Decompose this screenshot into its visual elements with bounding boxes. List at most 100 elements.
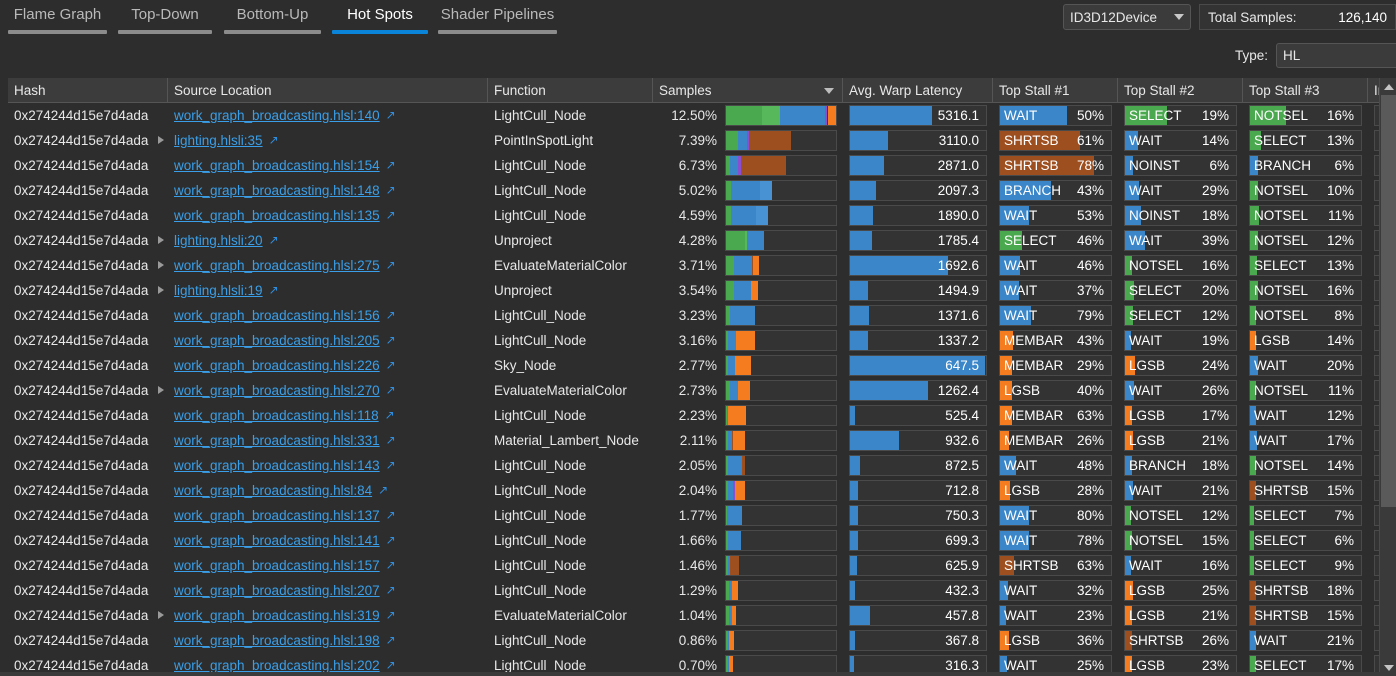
external-link-icon[interactable]: ↗: [386, 633, 396, 647]
source-location-link[interactable]: work_graph_broadcasting.hlsl:148: [174, 183, 380, 198]
latency-bar: [850, 281, 868, 300]
source-location-link[interactable]: work_graph_broadcasting.hlsl:226: [174, 358, 380, 373]
table-row[interactable]: 0x274244d15e7d4adawork_graph_broadcastin…: [8, 153, 1396, 178]
column-header-stall3[interactable]: Top Stall #3: [1243, 78, 1368, 103]
source-location-link[interactable]: work_graph_broadcasting.hlsl:270: [174, 383, 380, 398]
external-link-icon[interactable]: ↗: [386, 383, 396, 397]
column-header-stall2[interactable]: Top Stall #2: [1118, 78, 1243, 103]
table-row[interactable]: 0x274244d15e7d4adawork_graph_broadcastin…: [8, 378, 1396, 403]
vertical-scrollbar[interactable]: [1379, 78, 1396, 676]
column-header-hash[interactable]: Hash: [8, 78, 168, 103]
column-header-src[interactable]: Source Location: [168, 78, 488, 103]
table-row[interactable]: 0x274244d15e7d4adalighting.hlsli:20↗Unpr…: [8, 228, 1396, 253]
horizontal-scrollbar[interactable]: [0, 672, 1396, 676]
expand-arrow-icon[interactable]: [158, 611, 164, 619]
expand-arrow-icon[interactable]: [158, 236, 164, 244]
source-location-link[interactable]: work_graph_broadcasting.hlsl:156: [174, 308, 380, 323]
external-link-icon[interactable]: ↗: [386, 158, 396, 172]
tab-top-down[interactable]: Top-Down: [118, 0, 212, 42]
stall-percent: 20%: [1202, 283, 1236, 298]
external-link-icon[interactable]: ↗: [386, 108, 396, 122]
table-row[interactable]: 0x274244d15e7d4adawork_graph_broadcastin…: [8, 253, 1396, 278]
source-location-link[interactable]: work_graph_broadcasting.hlsl:143: [174, 458, 380, 473]
table-row[interactable]: 0x274244d15e7d4adawork_graph_broadcastin…: [8, 203, 1396, 228]
cell-function: PointInSpotLight: [488, 128, 653, 153]
source-location-link[interactable]: work_graph_broadcasting.hlsl:154: [174, 158, 380, 173]
table-row[interactable]: 0x274244d15e7d4adawork_graph_broadcastin…: [8, 453, 1396, 478]
tab-flame-graph[interactable]: Flame Graph: [8, 0, 107, 42]
external-link-icon[interactable]: ↗: [269, 233, 279, 247]
source-location-link[interactable]: work_graph_broadcasting.hlsl:207: [174, 583, 380, 598]
expand-arrow-icon[interactable]: [158, 286, 164, 294]
tab-hot-spots[interactable]: Hot Spots: [332, 0, 428, 42]
table-row[interactable]: 0x274244d15e7d4adawork_graph_broadcastin…: [8, 578, 1396, 603]
table-row[interactable]: 0x274244d15e7d4adawork_graph_broadcastin…: [8, 553, 1396, 578]
column-header-stall1[interactable]: Top Stall #1: [993, 78, 1118, 103]
column-header-samples[interactable]: Samples: [653, 78, 843, 103]
table-row[interactable]: 0x274244d15e7d4adawork_graph_broadcastin…: [8, 103, 1396, 128]
table-row[interactable]: 0x274244d15e7d4adawork_graph_broadcastin…: [8, 353, 1396, 378]
external-link-icon[interactable]: ↗: [269, 133, 279, 147]
external-link-icon[interactable]: ↗: [386, 558, 396, 572]
expand-arrow-icon[interactable]: [158, 261, 164, 269]
table-row[interactable]: 0x274244d15e7d4adalighting.hlsli:35↗Poin…: [8, 128, 1396, 153]
source-location-link[interactable]: work_graph_broadcasting.hlsl:202: [174, 658, 380, 673]
stall-reason: NOTSEL: [1250, 233, 1308, 248]
external-link-icon[interactable]: ↗: [386, 433, 396, 447]
external-link-icon[interactable]: ↗: [386, 258, 396, 272]
table-row[interactable]: 0x274244d15e7d4adawork_graph_broadcastin…: [8, 503, 1396, 528]
tab-bottom-up[interactable]: Bottom-Up: [224, 0, 321, 42]
source-location-link[interactable]: work_graph_broadcasting.hlsl:157: [174, 558, 380, 573]
cell-avg-warp-latency: 750.3: [843, 503, 993, 528]
tab-shader-pipelines[interactable]: Shader Pipelines: [438, 0, 557, 42]
table-row[interactable]: 0x274244d15e7d4adawork_graph_broadcastin…: [8, 603, 1396, 628]
source-location-link[interactable]: work_graph_broadcasting.hlsl:118: [174, 408, 379, 423]
table-row[interactable]: 0x274244d15e7d4adawork_graph_broadcastin…: [8, 303, 1396, 328]
external-link-icon[interactable]: ↗: [386, 533, 396, 547]
external-link-icon[interactable]: ↗: [386, 658, 396, 672]
source-location-link[interactable]: lighting.hlsli:20: [174, 233, 263, 248]
expand-arrow-icon[interactable]: [158, 136, 164, 144]
source-location-link[interactable]: work_graph_broadcasting.hlsl:137: [174, 508, 380, 523]
source-location-link[interactable]: work_graph_broadcasting.hlsl:84: [174, 483, 372, 498]
source-location-link[interactable]: lighting.hlsli:19: [174, 283, 263, 298]
external-link-icon[interactable]: ↗: [386, 608, 396, 622]
column-header-latency[interactable]: Avg. Warp Latency: [843, 78, 993, 103]
source-location-link[interactable]: work_graph_broadcasting.hlsl:205: [174, 333, 380, 348]
external-link-icon[interactable]: ↗: [386, 508, 396, 522]
table-row[interactable]: 0x274244d15e7d4adawork_graph_broadcastin…: [8, 428, 1396, 453]
table-row[interactable]: 0x274244d15e7d4adawork_graph_broadcastin…: [8, 628, 1396, 653]
table-row[interactable]: 0x274244d15e7d4adawork_graph_broadcastin…: [8, 478, 1396, 503]
external-link-icon[interactable]: ↗: [386, 183, 396, 197]
source-location-link[interactable]: work_graph_broadcasting.hlsl:135: [174, 208, 380, 223]
column-header-fn[interactable]: Function: [488, 78, 653, 103]
source-location-link[interactable]: lighting.hlsli:35: [174, 133, 263, 148]
source-location-link[interactable]: work_graph_broadcasting.hlsl:319: [174, 608, 380, 623]
cell-hash: 0x274244d15e7d4ada: [8, 178, 168, 203]
table-row[interactable]: 0x274244d15e7d4adawork_graph_broadcastin…: [8, 403, 1396, 428]
table-row[interactable]: 0x274244d15e7d4adawork_graph_broadcastin…: [8, 528, 1396, 553]
external-link-icon[interactable]: ↗: [386, 583, 396, 597]
external-link-icon[interactable]: ↗: [386, 358, 396, 372]
external-link-icon[interactable]: ↗: [378, 483, 388, 497]
external-link-icon[interactable]: ↗: [386, 333, 396, 347]
source-location-link[interactable]: work_graph_broadcasting.hlsl:331: [174, 433, 380, 448]
expand-arrow-icon[interactable]: [158, 386, 164, 394]
source-location-link[interactable]: work_graph_broadcasting.hlsl:141: [174, 533, 380, 548]
external-link-icon[interactable]: ↗: [385, 408, 395, 422]
source-location-link[interactable]: work_graph_broadcasting.hlsl:198: [174, 633, 380, 648]
source-location-link[interactable]: work_graph_broadcasting.hlsl:140: [174, 108, 380, 123]
device-select[interactable]: ID3D12Device: [1063, 4, 1191, 30]
table-row[interactable]: 0x274244d15e7d4ada work_graph_broadcastin…: [8, 178, 1396, 203]
external-link-icon[interactable]: ↗: [386, 208, 396, 222]
table-row[interactable]: 0x274244d15e7d4adawork_graph_broadcastin…: [8, 328, 1396, 353]
scroll-up-arrow-icon[interactable]: [1380, 78, 1396, 95]
source-location-link[interactable]: work_graph_broadcasting.hlsl:275: [174, 258, 380, 273]
external-link-icon[interactable]: ↗: [269, 283, 279, 297]
external-link-icon[interactable]: ↗: [386, 458, 396, 472]
samples-percent: 1.66%: [659, 533, 725, 548]
scrollbar-thumb[interactable]: [1381, 95, 1396, 507]
type-select[interactable]: HL: [1276, 43, 1396, 68]
table-row[interactable]: 0x274244d15e7d4adalighting.hlsli:19↗Unpr…: [8, 278, 1396, 303]
external-link-icon[interactable]: ↗: [386, 308, 396, 322]
